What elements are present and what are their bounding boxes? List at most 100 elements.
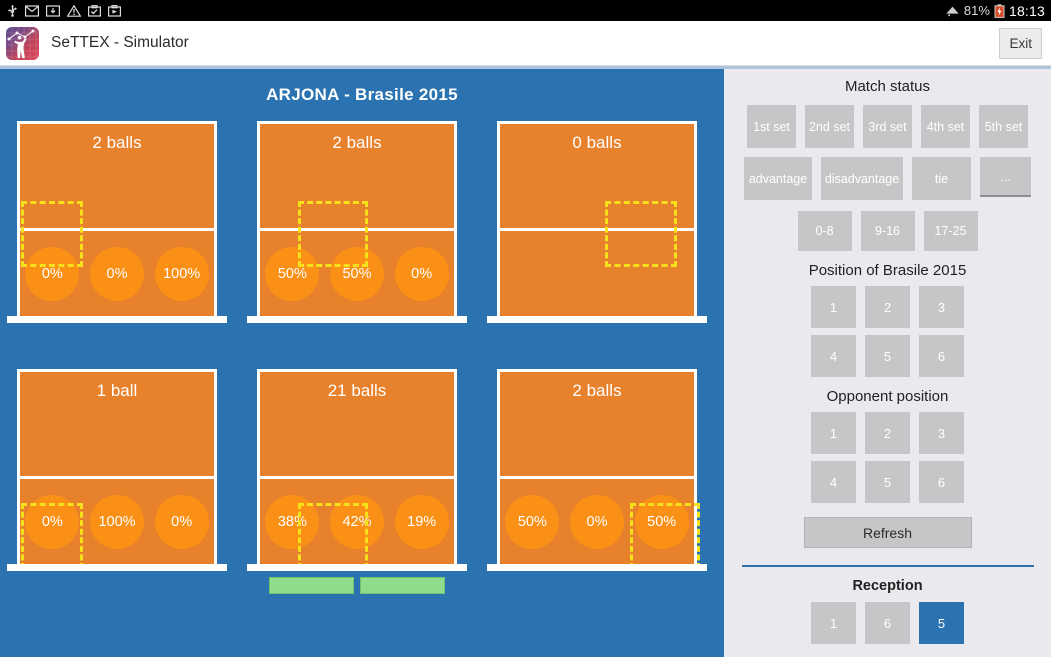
wifi-icon <box>945 4 960 17</box>
team-position-button-4[interactable]: 4 <box>811 335 856 377</box>
substitution-bar[interactable] <box>360 577 445 594</box>
status-button--[interactable]: ... <box>980 157 1031 197</box>
match-status-title: Match status <box>844 78 931 95</box>
percentage-circle[interactable]: 50% <box>634 495 689 549</box>
exit-button[interactable]: Exit <box>999 27 1042 59</box>
match-heading: ARJONA - Brasile 2015 <box>266 85 458 104</box>
percentage-circle[interactable]: 38% <box>265 495 320 549</box>
ball-count-label: 2 balls <box>572 381 622 400</box>
opponent-position-title: Opponent position <box>826 388 949 405</box>
control-sidebar: Match status 1st set 2nd set 3rd set 4th se… <box>724 69 1051 657</box>
percentage-circle[interactable]: 19% <box>394 495 449 549</box>
opponent-position-button-1[interactable]: 1 <box>811 412 856 454</box>
battery-icon <box>994 3 1005 18</box>
team-position-button-1[interactable]: 1 <box>811 286 856 328</box>
ball-count-label: 21 balls <box>327 381 387 400</box>
opponent-position-button-4[interactable]: 4 <box>811 461 856 503</box>
team-position-title: Position of Brasile 2015 <box>808 262 967 279</box>
percentage-circle[interactable]: 42% <box>329 495 384 549</box>
status-button-disadvantage[interactable]: disadvantage <box>821 157 903 200</box>
court-panel-4[interactable]: 1 ball 0% 100% 0% <box>7 369 230 612</box>
court-baseline <box>247 316 467 323</box>
status-bar-left-icons <box>0 4 121 17</box>
reception-button-6[interactable]: 6 <box>865 602 910 644</box>
court-panel-6[interactable]: 2 balls 50% 0% 50% <box>487 369 710 612</box>
opponent-position-button-2[interactable]: 2 <box>865 412 910 454</box>
set-button-5th-set[interactable]: 5th set <box>979 105 1028 148</box>
ball-count-label: 2 balls <box>92 133 142 152</box>
team-position-button-6[interactable]: 6 <box>919 335 964 377</box>
usb-icon <box>7 4 18 17</box>
sidebar-divider <box>741 565 1034 567</box>
percentage-circle-row: 0% 0% 100% <box>20 243 214 305</box>
app-title-bar: SeTTEX - Simulator Exit <box>0 21 1051 66</box>
opponent-position-row-1: 123 <box>724 412 1051 454</box>
opponent-position-button-6[interactable]: 6 <box>919 461 964 503</box>
download-icon <box>46 4 60 17</box>
court-baseline <box>487 564 707 571</box>
court-frame: 0 balls <box>497 121 697 319</box>
status-bar-right-cluster: 81% 18:13 <box>945 3 1051 19</box>
set-button-3rd-set[interactable]: 3rd set <box>863 105 912 148</box>
court-panel-2[interactable]: 2 balls 50% 50% 0% <box>247 121 470 364</box>
score-range-button-9-16[interactable]: 9-16 <box>860 211 915 251</box>
percentage-circle[interactable]: 0% <box>25 495 80 549</box>
percentage-circle[interactable]: 50% <box>505 495 560 549</box>
team-position-row-2: 456 <box>724 335 1051 377</box>
set-button-4th-set[interactable]: 4th set <box>921 105 970 148</box>
score-range-button-17-25[interactable]: 17-25 <box>923 211 978 251</box>
set-button-1st-set[interactable]: 1st set <box>747 105 796 148</box>
team-position-button-3[interactable]: 3 <box>919 286 964 328</box>
warning-icon <box>67 4 81 17</box>
reception-button-5[interactable]: 5 <box>919 602 964 644</box>
attack-line <box>500 476 694 479</box>
refresh-button[interactable]: Refresh <box>803 517 972 548</box>
team-position-button-2[interactable]: 2 <box>865 286 910 328</box>
court-baseline <box>7 316 227 323</box>
court-grid: 2 balls 0% 0% 100% 2 balls 50% 50% 0% 0 balls 1 b… <box>0 121 724 657</box>
substitution-bar[interactable] <box>269 577 354 594</box>
percentage-circle-row: 50% 0% 50% <box>500 491 694 553</box>
percentage-circle[interactable]: 100% <box>154 247 209 301</box>
mail-icon <box>25 4 39 17</box>
attack-line <box>20 476 214 479</box>
percentage-circle[interactable]: 0% <box>89 247 144 301</box>
percentage-circle-row: 50% 50% 0% <box>260 243 454 305</box>
percentage-circle[interactable]: 50% <box>265 247 320 301</box>
substitution-bar-row <box>269 577 445 594</box>
percentage-circle[interactable]: 0% <box>569 495 624 549</box>
reception-button-1[interactable]: 1 <box>811 602 856 644</box>
app-update-icon <box>108 4 121 17</box>
settex-app-icon <box>6 26 39 60</box>
advantage-button-row: advantage disadvantage tie... <box>724 157 1051 200</box>
team-position-row-1: 123 <box>724 286 1051 328</box>
percentage-circle[interactable]: 0% <box>154 495 209 549</box>
opponent-position-button-3[interactable]: 3 <box>919 412 964 454</box>
court-panel-1[interactable]: 2 balls 0% 0% 100% <box>7 121 230 364</box>
set-button-2nd-set[interactable]: 2nd set <box>805 105 854 148</box>
score-range-button-row: 0-8 9-16 17-25 <box>724 211 1051 251</box>
score-range-button-0-8[interactable]: 0-8 <box>797 211 852 251</box>
court-panel-5[interactable]: 21 balls 38% 42% 19% <box>247 369 470 612</box>
team-position-button-5[interactable]: 5 <box>865 335 910 377</box>
percentage-circle-row: 0% 100% 0% <box>20 491 214 553</box>
court-panel-3[interactable]: 0 balls <box>487 121 710 364</box>
attack-line <box>260 228 454 231</box>
percentage-circle[interactable]: 0% <box>25 247 80 301</box>
court-baseline <box>247 564 467 571</box>
ball-count-label: 0 balls <box>572 133 622 152</box>
attack-line <box>500 228 694 231</box>
court-baseline <box>7 564 227 571</box>
opponent-position-button-5[interactable]: 5 <box>865 461 910 503</box>
opponent-position-row-2: 456 <box>724 461 1051 503</box>
court-baseline <box>487 316 707 323</box>
status-button-tie[interactable]: tie <box>912 157 971 200</box>
reception-button-row: 165 <box>724 602 1051 644</box>
percentage-circle[interactable]: 100% <box>89 495 144 549</box>
percentage-circle[interactable]: 0% <box>394 247 449 301</box>
percentage-circle[interactable]: 50% <box>329 247 384 301</box>
percentage-circle-row: 38% 42% 19% <box>260 491 454 553</box>
attack-line <box>260 476 454 479</box>
status-button-advantage[interactable]: advantage <box>744 157 812 200</box>
court-visualisation-area: ARJONA - Brasile 2015 2 balls 0% 0% 100% 2 b… <box>0 69 724 657</box>
